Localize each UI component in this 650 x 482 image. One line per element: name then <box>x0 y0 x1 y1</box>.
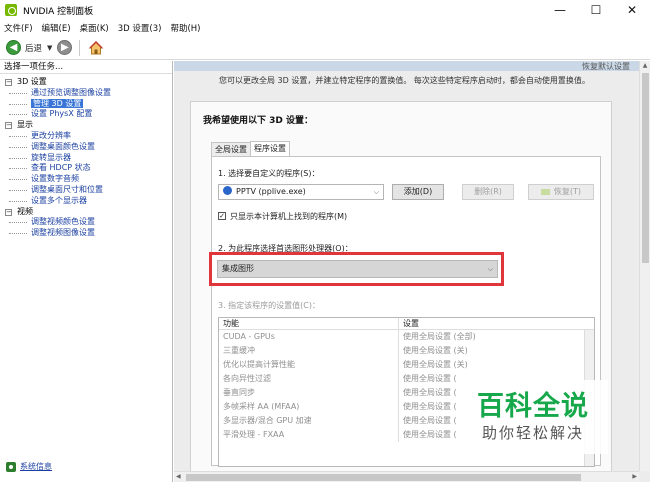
tree-item-digital-audio[interactable]: 设置数字音频 <box>0 174 172 185</box>
system-info: 系统信息 <box>6 461 52 472</box>
tree-item-video-image[interactable]: 调整视频图像设置 <box>0 228 172 239</box>
page-description: 您可以更改全局 3D 设置，并建立特定程序的置换值。 每次这些特定程序启动时，都… <box>219 76 590 85</box>
watermark-main-text: 百科全说 <box>477 391 589 422</box>
menu-bar: 文件(F) 编辑(E) 桌面(K) 3D 设置(3) 帮助(H) <box>0 20 650 36</box>
tree-item-video-color[interactable]: 调整视频颜色设置 <box>0 217 172 228</box>
menu-3d-settings[interactable]: 3D 设置(3) <box>118 22 162 34</box>
arrow-left-icon: ◀ <box>9 42 18 53</box>
tree-item-physx-config[interactable]: 设置 PhysX 配置 <box>0 109 172 120</box>
nvidia-logo-icon <box>5 4 17 16</box>
tree-group-video[interactable]: − 视频 <box>0 207 172 218</box>
close-button[interactable]: ✕ <box>614 0 650 20</box>
horizontal-scroll-thumb[interactable] <box>186 474 581 481</box>
table-header: 功能 设置 <box>219 318 594 330</box>
section-title: 我希望使用以下 3D 设置： <box>203 116 314 126</box>
watermark-sub-text: 助你轻松解决 <box>481 424 584 442</box>
add-button[interactable]: 添加(D) <box>392 184 444 200</box>
settings-tabs: 全局设置 程序设置 <box>211 141 290 157</box>
chevron-down-icon: ⌵ <box>373 188 379 196</box>
pptv-app-icon <box>223 186 232 195</box>
window-title: NVIDIA 控制面板 <box>23 6 94 17</box>
vertical-scrollbar[interactable]: ▲ <box>639 61 650 471</box>
column-feature[interactable]: 功能 <box>219 318 399 329</box>
task-tree: − 3D 设置 通过预览调整图像设置 管理 3D 设置 设置 PhysX 配置 … <box>0 74 172 239</box>
home-button[interactable] <box>87 39 105 57</box>
watermark-overlay: 百科全说 助你轻松解决 <box>458 380 608 454</box>
vertical-scroll-thumb[interactable] <box>642 73 649 263</box>
tab-global-settings[interactable]: 全局设置 <box>211 142 251 156</box>
tab-program-settings[interactable]: 程序设置 <box>250 141 290 156</box>
scroll-left-icon[interactable]: ◀ <box>176 472 181 482</box>
delete-button[interactable]: 删除(R) <box>462 184 514 200</box>
minimize-button[interactable]: — <box>542 0 578 20</box>
tree-item-manage-3d-settings[interactable]: 管理 3D 设置 <box>0 98 172 110</box>
title-bar: NVIDIA 控制面板 — ☐ ✕ <box>0 0 650 20</box>
tree-item-multiple-displays[interactable]: 设置多个显示器 <box>0 196 172 207</box>
menu-file[interactable]: 文件(F) <box>4 22 33 34</box>
nvidia-small-icon <box>540 188 550 195</box>
table-row[interactable]: 三重缓冲 使用全局设置 (关) <box>219 344 594 358</box>
menu-desktop[interactable]: 桌面(K) <box>80 22 109 34</box>
tree-item-desktop-size[interactable]: 调整桌面尺寸和位置 <box>0 185 172 196</box>
task-panel-header: 选择一项任务... <box>0 61 172 74</box>
tree-group-3d-settings[interactable]: − 3D 设置 <box>0 77 172 88</box>
step3-label: 3. 指定该程序的设置值(C)： <box>218 301 321 310</box>
back-label[interactable]: 后退 <box>25 42 42 54</box>
forward-button[interactable]: ▶ <box>57 40 73 55</box>
only-show-checkbox[interactable]: ✓ <box>218 212 226 220</box>
tree-item-rotate-display[interactable]: 旋转显示器 <box>0 153 172 164</box>
toolbar-separator <box>79 39 81 56</box>
home-icon <box>89 40 104 54</box>
history-dropdown-icon[interactable]: ▼ <box>47 44 52 52</box>
gpu-processor-select[interactable]: 集成图形 ⌵ <box>217 260 498 278</box>
program-select[interactable]: PPTV (pplive.exe) ⌵ <box>218 184 384 200</box>
collapse-icon[interactable]: − <box>5 122 12 130</box>
arrow-right-icon: ▶ <box>61 42 69 53</box>
column-setting[interactable]: 设置 <box>399 318 594 329</box>
system-info-icon <box>6 461 16 472</box>
scroll-up-icon[interactable]: ▲ <box>640 61 650 71</box>
header-banner <box>174 61 639 71</box>
scroll-right-icon[interactable]: ▶ <box>632 472 637 482</box>
table-row[interactable]: CUDA - GPUs 使用全局设置 (全部) <box>219 330 594 344</box>
tree-item-desktop-color[interactable]: 调整桌面颜色设置 <box>0 142 172 153</box>
back-button[interactable]: ◀ <box>6 40 21 55</box>
table-row[interactable]: 优化以提高计算性能 使用全局设置 (关) <box>219 358 594 372</box>
tree-item-change-resolution[interactable]: 更改分辨率 <box>0 131 172 142</box>
restore-button[interactable]: 恢复(T) <box>528 184 594 200</box>
tree-item-preview-image-settings[interactable]: 通过预览调整图像设置 <box>0 88 172 99</box>
menu-edit[interactable]: 编辑(E) <box>42 22 71 34</box>
collapse-icon[interactable]: − <box>5 79 12 86</box>
tree-group-display[interactable]: − 显示 <box>0 120 172 131</box>
only-show-label: 只显示本计算机上找到的程序(M) <box>230 212 348 221</box>
collapse-icon[interactable]: − <box>5 208 12 216</box>
maximize-button[interactable]: ☐ <box>578 0 614 20</box>
restore-defaults-link[interactable]: 恢复默认设置 <box>582 61 630 72</box>
chevron-down-icon: ⌵ <box>487 265 493 273</box>
task-panel: 选择一项任务... − 3D 设置 通过预览调整图像设置 管理 3D 设置 设置… <box>0 61 173 482</box>
tree-item-hdcp-status[interactable]: 查看 HDCP 状态 <box>0 163 172 174</box>
system-info-link[interactable]: 系统信息 <box>20 461 52 472</box>
toolbar: ◀ 后退 ▼ ▶ <box>0 36 650 60</box>
horizontal-scrollbar[interactable]: ◀ ▶ <box>174 471 639 482</box>
step1-label: 1. 选择要自定义的程序(S)： <box>218 169 320 178</box>
menu-help[interactable]: 帮助(H) <box>170 22 200 34</box>
